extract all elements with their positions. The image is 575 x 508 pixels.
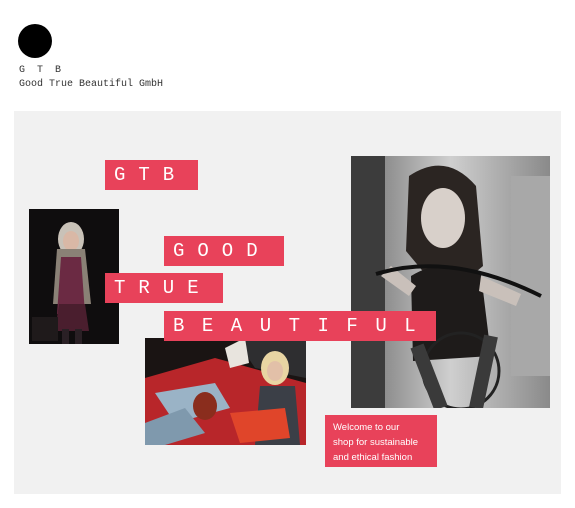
photo-cyclist[interactable] (351, 156, 550, 408)
tag-true[interactable]: TRUE (105, 273, 223, 303)
tag-good[interactable]: GOOD (164, 236, 284, 266)
photo-group-red-sofa[interactable] (145, 338, 306, 445)
welcome-line-3: and ethical fashion (333, 452, 413, 463)
photo-cyclist-illustration (351, 156, 550, 408)
welcome-line-2: shop for sustainable (333, 437, 419, 448)
brand-logo-dot[interactable] (18, 24, 52, 58)
tag-beautiful[interactable]: BEAUTIFUL (164, 311, 436, 341)
welcome-box[interactable]: Welcome to our shop for sustainable and … (325, 415, 437, 467)
welcome-line-1: Welcome to our (333, 422, 400, 433)
brand-company-name: Good True Beautiful GmbH (19, 79, 164, 90)
tag-gtb[interactable]: GTB (105, 160, 198, 190)
photo-group-illustration (145, 338, 306, 445)
brand-short-name: G T B (19, 65, 65, 76)
